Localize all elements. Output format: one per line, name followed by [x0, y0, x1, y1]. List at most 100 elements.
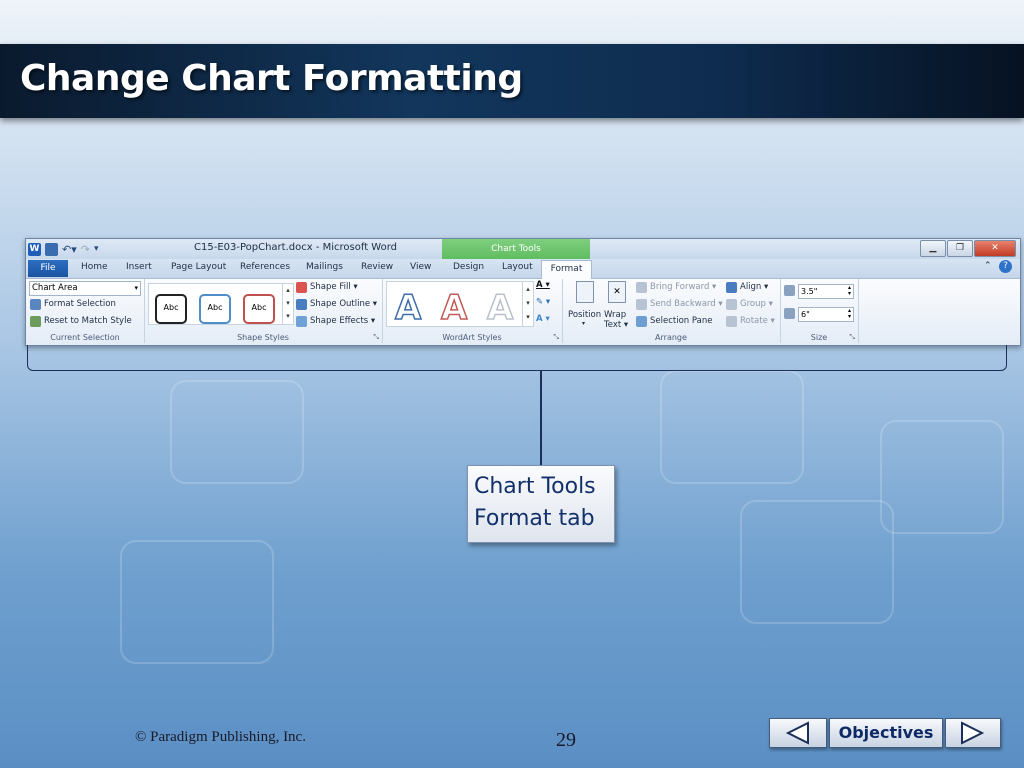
shape-width-value: 6": [801, 310, 810, 319]
tab-home[interactable]: Home: [81, 262, 108, 272]
callout-connector: [540, 370, 542, 466]
shape-effects-label: Shape Effects: [310, 316, 369, 326]
wordart-preset[interactable]: A: [394, 287, 422, 326]
group-shape-styles: Abc Abc Abc ▴ ▾ ▾ Shape Fill ▾ Shape Outli…: [144, 279, 383, 343]
save-icon[interactable]: [45, 242, 58, 256]
shape-height-input[interactable]: 3.5" ▴ ▾: [798, 284, 854, 299]
undo-icon[interactable]: ↶▾: [62, 243, 77, 256]
arrow-right-icon: [961, 721, 985, 745]
group-size: 3.5" ▴ ▾ 6" ▴ ▾ Size ⤡: [780, 279, 859, 343]
dialog-launcher-icon[interactable]: ⤡: [373, 333, 379, 342]
dialog-launcher-icon[interactable]: ⤡: [849, 333, 855, 342]
tab-layout[interactable]: Layout: [502, 262, 533, 272]
minimize-ribbon-icon[interactable]: ⌃: [984, 261, 992, 271]
group-label-text: Group: [740, 299, 766, 309]
gallery-scroll[interactable]: ▴ ▾ ▾: [522, 282, 533, 326]
callout-box: Chart Tools Format tab: [467, 465, 615, 543]
ribbon-tabs: File Home Insert Page Layout References …: [26, 259, 1020, 279]
ribbon-format: Chart Area ▾ Format Selection Reset to M…: [26, 279, 1020, 345]
position-icon: [576, 281, 594, 303]
rotate-label: Rotate: [740, 316, 768, 326]
group-label: WordArt Styles: [442, 333, 502, 342]
chart-elements-value: Chart Area: [32, 283, 78, 293]
text-outline-icon[interactable]: ✎ ▾: [536, 297, 550, 307]
send-backward-icon: [636, 299, 647, 310]
position-button[interactable]: Position ▾: [568, 281, 602, 329]
window-controls: ▁ ❐ ✕: [920, 240, 1016, 257]
wrap-text-label-2: Text: [604, 320, 622, 330]
previous-slide-button[interactable]: [769, 718, 827, 748]
shape-effects-icon: [296, 316, 307, 327]
wordart-preset[interactable]: A: [486, 287, 514, 326]
group-label: Size: [810, 333, 828, 342]
tab-view[interactable]: View: [410, 262, 431, 272]
shape-fill-button[interactable]: Shape Fill ▾: [310, 282, 358, 292]
callout-line-2: Format tab: [474, 506, 595, 531]
shape-effects-button[interactable]: Shape Effects ▾: [310, 316, 375, 326]
send-backward-label: Send Backward: [650, 299, 716, 309]
bring-forward-button[interactable]: Bring Forward ▾: [650, 282, 716, 292]
arrow-left-icon: [785, 721, 809, 745]
format-selection-button[interactable]: Format Selection: [44, 299, 116, 309]
tab-page-layout[interactable]: Page Layout: [171, 262, 226, 272]
wrap-text-icon: ✕: [608, 281, 626, 303]
document-title: C15-E03-PopChart.docx - Microsoft Word: [194, 242, 398, 253]
tab-format[interactable]: Format: [541, 260, 592, 279]
shape-outline-button[interactable]: Shape Outline ▾: [310, 299, 377, 309]
group-arrange: Position ▾ ✕ Wrap Text ▾ Bring Forward ▾…: [562, 279, 781, 343]
wrap-text-button[interactable]: ✕ Wrap Text ▾: [604, 281, 630, 330]
help-icon[interactable]: ?: [999, 260, 1012, 273]
close-button[interactable]: ✕: [974, 240, 1016, 257]
selection-pane-button[interactable]: Selection Pane: [650, 316, 712, 326]
tab-mailings[interactable]: Mailings: [306, 262, 343, 272]
shape-width-icon: [784, 308, 795, 319]
group-current-selection: Chart Area ▾ Format Selection Reset to M…: [26, 279, 145, 343]
align-button[interactable]: Align ▾: [740, 282, 768, 292]
rotate-icon: [726, 316, 737, 327]
minimize-button[interactable]: ▁: [920, 240, 946, 257]
text-fill-icon[interactable]: A ▾: [536, 280, 550, 290]
chevron-down-icon: ▾: [582, 320, 586, 327]
reset-to-match-style-button[interactable]: Reset to Match Style: [44, 316, 132, 326]
align-label: Align: [740, 282, 762, 292]
bring-forward-label: Bring Forward: [650, 282, 710, 292]
text-effects-icon[interactable]: A ▾: [536, 314, 550, 324]
background-key: [660, 370, 804, 484]
shape-fill-icon: [296, 282, 307, 293]
background-key: [740, 500, 894, 624]
quick-access-toolbar: W ↶▾ ↷ ▾: [28, 241, 99, 257]
wordart-gallery: A A A ▴ ▾ ▾: [386, 281, 534, 327]
next-slide-button[interactable]: [945, 718, 1001, 748]
wordart-preset[interactable]: A: [440, 287, 468, 326]
spinner-icon[interactable]: ▴ ▾: [848, 285, 851, 297]
maximize-button[interactable]: ❐: [947, 240, 973, 257]
shape-style-preset[interactable]: Abc: [199, 294, 231, 324]
shape-style-preset[interactable]: Abc: [155, 294, 187, 324]
dialog-launcher-icon[interactable]: ⤡: [553, 333, 559, 342]
tab-design[interactable]: Design: [453, 262, 484, 272]
group-button[interactable]: Group ▾: [740, 299, 773, 309]
selection-pane-icon: [636, 316, 647, 327]
shape-width-input[interactable]: 6" ▴ ▾: [798, 307, 854, 322]
tab-insert[interactable]: Insert: [126, 262, 152, 272]
spinner-icon[interactable]: ▴ ▾: [848, 308, 851, 320]
align-icon: [726, 282, 737, 293]
shape-fill-label: Shape Fill: [310, 282, 351, 292]
redo-icon[interactable]: ↷: [81, 243, 90, 256]
tab-references[interactable]: References: [240, 262, 290, 272]
objectives-button[interactable]: Objectives: [829, 718, 943, 748]
customize-qat-icon[interactable]: ▾: [94, 244, 99, 254]
wrap-text-label: Text ▾: [604, 320, 629, 330]
background-key: [880, 420, 1004, 534]
background-key: [170, 380, 304, 484]
gallery-scroll[interactable]: ▴ ▾ ▾: [282, 284, 293, 324]
rotate-button[interactable]: Rotate ▾: [740, 316, 775, 326]
page-number: 29: [556, 729, 576, 751]
tab-review[interactable]: Review: [361, 262, 393, 272]
send-backward-button[interactable]: Send Backward ▾: [650, 299, 723, 309]
tab-file[interactable]: File: [28, 260, 68, 277]
chart-elements-dropdown[interactable]: Chart Area ▾: [29, 281, 141, 296]
shape-style-preset[interactable]: Abc: [243, 294, 275, 324]
group-label: Current Selection: [50, 333, 120, 342]
reset-style-icon: [30, 316, 41, 327]
